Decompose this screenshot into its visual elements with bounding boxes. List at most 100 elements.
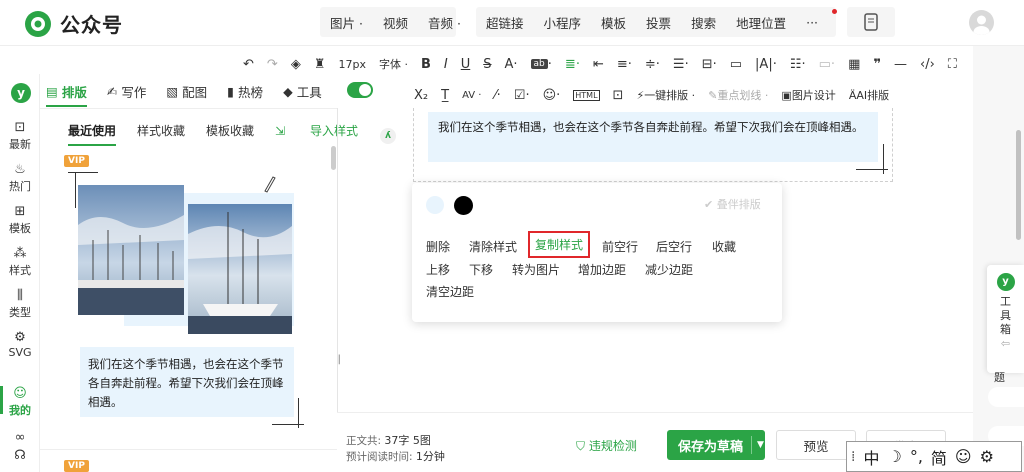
side-tab[interactable] [988,387,1024,407]
nav-hyperlink[interactable]: 超链接 [476,13,534,32]
nav-more[interactable]: ··· [796,15,828,30]
align-center-icon[interactable]: ≡· [617,57,632,72]
table-icon[interactable]: ▦ [848,57,860,72]
rail-item-hot[interactable]: ♨ 热门 [0,162,40,194]
rail-item-support[interactable]: ☊ [0,448,40,464]
nav-image[interactable]: 图片 · [320,13,373,32]
rail-item-svg[interactable]: ⚙ SVG [0,330,40,359]
toolbox-icon[interactable]: ⊡ [613,88,624,103]
action-add-line-before[interactable]: 前空行 [602,238,638,255]
nav-template[interactable]: 模板 [591,13,636,32]
avatar[interactable] [969,10,994,35]
nav-video[interactable]: 视频 [373,13,418,32]
action-clear-style[interactable]: 清除样式 [469,238,517,255]
subscript-icon[interactable]: X₂ [414,88,428,103]
gear-icon[interactable]: ⚙ [980,447,994,466]
bold-icon[interactable]: B [421,57,431,72]
nav-location[interactable]: 地理位置 [726,13,796,32]
violation-check-link[interactable]: ⛉ 违规检测 [576,437,637,454]
clear-format-icon[interactable]: ♜ [314,57,326,72]
tab-layout[interactable]: ▤ 排版 [46,82,87,107]
action-clear-margin[interactable]: 清空边距 [426,283,474,300]
magic-wand-icon[interactable]: ⁄· [494,88,500,103]
tab-image[interactable]: ▧ 配图 [166,82,207,101]
save-draft-button[interactable]: 保存为草稿 ▼ [667,430,765,460]
smiley-icon[interactable]: ☺ [955,447,972,466]
nav-vote[interactable]: 投票 [636,13,681,32]
topic-label[interactable]: 题 [994,369,1005,385]
tab-tools[interactable]: ◆ 工具 [283,82,322,101]
rail-item-more[interactable]: ∞ [0,430,40,446]
subtab-template-favorites[interactable]: 模板收藏 [206,122,254,139]
ime-lang[interactable]: 中 [863,445,879,469]
rail-item-template[interactable]: ⊞ 模板 [0,204,40,236]
html-icon[interactable]: HTML [573,89,600,101]
nav-search[interactable]: 搜索 [681,13,726,32]
panel-scrollbar[interactable] [331,146,336,170]
font-size-select[interactable]: 17px [338,58,366,71]
indent-icon[interactable]: ⇤ [593,57,604,72]
indent-left-icon[interactable]: ⊟· [702,57,717,72]
underline-icon[interactable]: U [461,57,471,72]
undo-icon[interactable]: ↶ [243,57,254,72]
image-design-button[interactable]: ▣ 图片设计 [781,87,835,103]
rail-item-type[interactable]: ⫼ 类型 [0,288,40,320]
action-add-line-after[interactable]: 后空行 [656,238,692,255]
rail-item-mine[interactable]: ☺ 我的 [0,386,40,418]
emoji-icon[interactable]: ☺· [543,88,561,103]
action-to-image[interactable]: 转为图片 [512,261,560,278]
sample-text-block[interactable]: 我们在这个季节相遇，也会在这个季节各自奔赴前程。希望下次我们会在顶峰相遇。 [80,347,294,417]
align-left-icon[interactable]: ≣· [565,57,580,72]
ime-punct[interactable]: °, [910,447,923,466]
chevron-down-icon[interactable]: ▼ [757,440,764,450]
editor-scrollbar[interactable] [1016,130,1021,240]
action-decrease-margin[interactable]: 减少边距 [645,261,693,278]
nav-audio[interactable]: 音频 · [418,13,471,32]
block-handle-icon[interactable]: ʎ [380,128,396,144]
ime-script[interactable]: 简 [931,445,947,469]
format-brush-icon[interactable]: ◈ [291,57,301,72]
ai-layout-button[interactable]: Ä AI排版 [849,87,889,103]
background-color-icon[interactable]: ab · [530,57,552,72]
horizontal-rule-icon[interactable]: — [894,57,907,72]
panel-toggle[interactable] [347,82,373,98]
rail-item-style[interactable]: ⁂ 样式 [0,246,40,278]
app-logo[interactable]: 公众号 [24,9,123,38]
preview-button[interactable]: 预览 [776,430,856,460]
paragraph-spacing-icon[interactable]: ☰· [673,57,689,72]
action-increase-margin[interactable]: 增加边距 [578,261,626,278]
superscript-icon[interactable]: T̲ [441,88,449,103]
harbor-photo-1[interactable] [78,185,184,315]
action-copy-style[interactable]: 复制样式 [528,231,591,258]
rail-item-latest[interactable]: ⊡ 最新 [0,120,40,152]
tab-trending[interactable]: ▮ 热榜 [227,82,263,101]
border-icon[interactable]: ▭ [730,57,742,72]
quick-layout-button[interactable]: ⚡ 一键排版 · [636,87,695,103]
redo-icon[interactable]: ↷ [267,57,278,72]
italic-icon[interactable]: I [444,57,448,72]
nav-miniprogram[interactable]: 小程序 [534,13,592,32]
mobile-preview-button[interactable] [847,7,895,37]
highlight-button[interactable]: ✎ 重点划线 · [708,87,768,103]
action-favorite[interactable]: 收藏 [712,238,736,255]
toolbox-panel[interactable]: y 工 具 箱 ⇦ [987,265,1024,373]
subtab-recent[interactable]: 最近使用 [68,122,116,139]
action-move-down[interactable]: 下移 [469,261,493,278]
action-delete[interactable]: 删除 [426,238,450,255]
ime-handle-icon[interactable]: ⁞ [851,449,855,465]
fullscreen-icon[interactable]: ⛶ [948,57,957,72]
color-swatch-lightblue[interactable] [426,196,444,214]
code-icon[interactable]: ‹/› [920,57,935,72]
letter-spacing-select[interactable]: AV · [462,90,481,101]
letter-spacing-icon[interactable]: |A|· [755,57,777,72]
harbor-photo-2[interactable] [188,204,292,334]
line-height-icon[interactable]: ≑· [645,57,660,72]
divider-style-icon[interactable]: ▭· [819,57,835,72]
quote-icon[interactable]: ❞ [873,57,881,72]
action-move-up[interactable]: 上移 [426,261,450,278]
strikethrough-icon[interactable]: S [483,57,491,72]
moon-icon[interactable]: ☽ [887,447,901,466]
font-color-icon[interactable]: A· [505,57,518,72]
list-icon[interactable]: ☷· [790,57,806,72]
tab-write[interactable]: ✍ 写作 [107,82,147,101]
